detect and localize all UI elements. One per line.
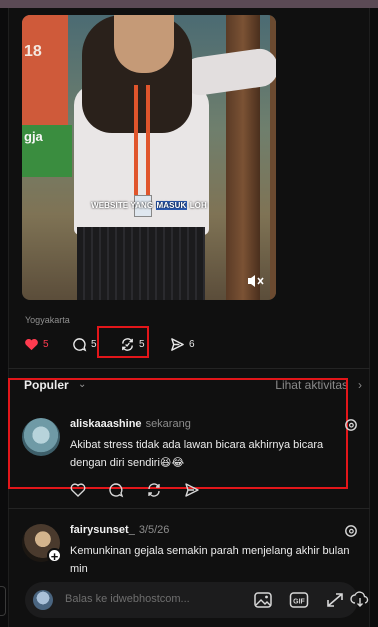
comment-button[interactable]: 5 <box>72 335 97 353</box>
heart-icon <box>25 338 38 350</box>
chevron-right-icon[interactable]: › <box>358 378 362 392</box>
repost-icon[interactable] <box>146 482 162 498</box>
comment-header: aliskaaashine sekarang <box>70 418 191 430</box>
caption-part-1: WEBSITE YANG <box>91 201 156 210</box>
comment-header: fairysunset_ 3/5/26 <box>70 524 169 536</box>
video-sign-text-2: gja <box>24 129 43 144</box>
post-video[interactable]: 18 gja WEBSITE YANG MASUK LOH <box>22 15 276 300</box>
share-count: 6 <box>189 338 195 350</box>
comment-time: sekarang <box>145 418 191 430</box>
avatar[interactable] <box>22 418 60 456</box>
video-lanyard-2 <box>146 85 150 200</box>
video-person-arm <box>179 46 276 98</box>
caption-part-2: LOH <box>187 201 207 210</box>
comment-actions <box>70 482 200 498</box>
comment-text: Kemunkinan gejala semakin parah menjelan… <box>70 545 350 575</box>
gif-icon[interactable]: GIF <box>289 591 309 609</box>
expand-icon[interactable] <box>325 591 345 609</box>
section-divider <box>8 368 370 369</box>
threads-icon[interactable] <box>344 524 358 538</box>
video-person-face <box>114 15 174 73</box>
video-person-pants <box>77 227 205 300</box>
comment-divider <box>8 508 370 509</box>
reply-input[interactable]: Balas ke idwebhostcom... <box>65 593 190 605</box>
video-sign <box>22 15 68 125</box>
side-panel-edge[interactable] <box>0 586 6 616</box>
comment-username[interactable]: fairysunset_ <box>70 524 135 536</box>
comment-count: 5 <box>91 338 97 350</box>
comment-username[interactable]: aliskaaashine <box>70 418 142 430</box>
repost-highlight-box <box>97 326 149 358</box>
svg-text:GIF: GIF <box>293 599 305 606</box>
follow-plus-icon[interactable]: + <box>47 548 62 564</box>
top-bar <box>0 0 378 8</box>
share-button[interactable]: 6 <box>170 335 195 353</box>
threads-icon[interactable] <box>344 418 358 432</box>
share-icon <box>171 337 184 351</box>
post-location[interactable]: Yogyakarta <box>25 315 70 325</box>
comment-time: 3/5/26 <box>138 524 170 536</box>
comment-text: Akibat stress tidak ada lawan bicara akh… <box>70 439 324 469</box>
video-caption: WEBSITE YANG MASUK LOH <box>22 201 276 210</box>
share-icon[interactable] <box>184 482 200 498</box>
avatar <box>33 590 53 610</box>
video-sign-text: 18 <box>24 43 42 60</box>
reply-input-bar[interactable]: Balas ke idwebhostcom... GIF <box>25 582 358 618</box>
heart-icon[interactable] <box>70 482 86 498</box>
mute-icon[interactable] <box>246 273 264 289</box>
caption-highlight: MASUK <box>155 201 188 210</box>
like-count: 5 <box>43 338 49 350</box>
comment-icon[interactable] <box>108 482 124 498</box>
like-button[interactable]: 5 <box>24 335 49 353</box>
download-icon[interactable] <box>350 590 370 608</box>
image-icon[interactable] <box>253 591 273 609</box>
video-lanyard <box>134 85 138 200</box>
comment-icon <box>73 337 87 352</box>
